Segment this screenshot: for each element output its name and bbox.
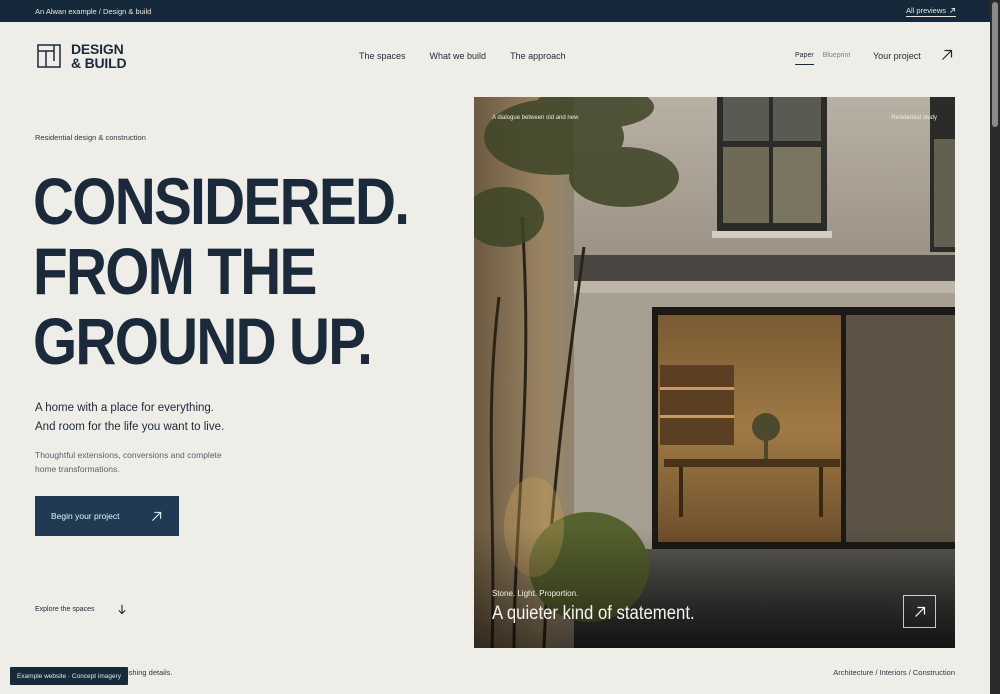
brand-line-2: & BUILD <box>71 55 127 71</box>
hero-headline: CONSIDERED. FROM THE GROUND UP. <box>33 164 410 378</box>
external-arrow-icon <box>950 7 956 13</box>
cta-label: Begin your project <box>51 511 120 521</box>
arrow-down-icon <box>117 604 126 615</box>
hero-eyebrow: Residential design & construction <box>35 133 146 142</box>
brand-line-1: DESIGN <box>71 41 124 57</box>
headline-line-3: GROUND UP. <box>33 304 373 378</box>
nav-item-the-spaces[interactable]: The spaces <box>359 51 406 61</box>
explore-label: Explore the spaces <box>35 606 95 613</box>
all-previews-label: All previews <box>905 5 946 15</box>
image-open-button[interactable] <box>903 595 936 628</box>
your-project-link[interactable]: Your project <box>873 51 921 61</box>
example-badge: Example website · Concept imagery <box>10 667 128 685</box>
footer-categories: Architecture / Interiors / Construction <box>833 668 955 677</box>
all-previews-link[interactable]: All previews <box>905 5 956 17</box>
hero-subtext: Thoughtful extensions, conversions and c… <box>35 450 222 474</box>
nav-item-what-we-build[interactable]: What we build <box>430 51 487 61</box>
lead-line-2: And room for the life you want to live. <box>35 421 225 433</box>
arrow-up-right-icon[interactable] <box>941 49 953 61</box>
footer-left-text: ishing details. <box>127 668 173 677</box>
headline-line-2: FROM THE <box>33 234 317 308</box>
hero-lead: A home with a place for everything. And … <box>35 399 224 437</box>
breadcrumb: An Alwan example / Design & build <box>35 6 152 16</box>
top-bar: An Alwan example / Design & build All pr… <box>0 0 990 22</box>
begin-project-button[interactable]: Begin your project <box>35 496 179 536</box>
image-label-right: Residential study <box>891 115 937 121</box>
image-kicker: Stone. Light. Proportion. <box>492 589 579 598</box>
arrow-up-right-icon <box>914 606 925 617</box>
hero-image: A dialogue between old and new Residenti… <box>474 97 955 648</box>
brand-name: DESIGN & BUILD <box>71 41 127 71</box>
main-nav: The spaces What we build The approach <box>359 51 566 61</box>
image-label-left: A dialogue between old and new <box>492 115 579 121</box>
lead-line-1: A home with a place for everything. <box>35 402 214 414</box>
scrollbar-thumb[interactable] <box>992 2 998 127</box>
brand-logo[interactable]: DESIGN & BUILD <box>37 41 127 71</box>
headline-line-1: CONSIDERED. <box>33 164 410 238</box>
toggle-paper[interactable]: Paper <box>795 52 814 65</box>
image-title: A quieter kind of statement. <box>492 603 695 624</box>
logo-mark-icon <box>37 44 61 68</box>
explore-spaces-link[interactable]: Explore the spaces <box>35 604 127 615</box>
arrow-up-right-icon <box>151 511 162 521</box>
house-illustration <box>474 97 955 648</box>
toggle-blueprint[interactable]: Blueprint <box>823 52 851 65</box>
view-toggle: Paper Blueprint <box>795 52 850 65</box>
nav-item-the-approach[interactable]: The approach <box>510 51 566 61</box>
